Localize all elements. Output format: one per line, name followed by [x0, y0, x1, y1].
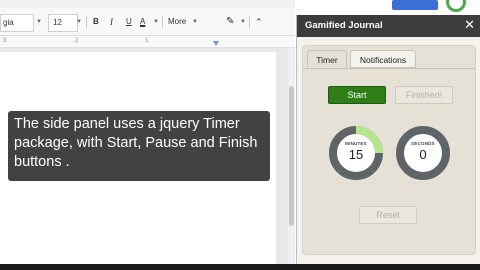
- font-size-select[interactable]: 12: [48, 14, 78, 32]
- tab-timer[interactable]: Timer: [307, 50, 347, 68]
- text-color-button[interactable]: A: [140, 14, 145, 30]
- font-family-select[interactable]: gia: [0, 14, 34, 32]
- formatting-toolbar: gia ▼ 12 ▼ B I U A ▼ More ▼ ✎ ▼ ⌃: [0, 8, 295, 36]
- ruler-label: 1: [145, 38, 149, 44]
- underline-button[interactable]: U: [126, 14, 132, 30]
- ruler-indent-marker[interactable]: [213, 41, 219, 46]
- panel-title: Gamified Journal: [305, 20, 383, 31]
- gamified-journal-panel: Gamified Journal ✕ Timer Notifications S…: [296, 15, 480, 264]
- italic-button[interactable]: I: [110, 14, 113, 30]
- seconds-dial: SECONDS 0: [394, 124, 452, 182]
- panel-body: Timer Notifications Start Finished! MINU…: [302, 45, 476, 255]
- minutes-value: 15: [348, 147, 364, 162]
- tab-divider: [303, 68, 475, 69]
- doc-title-strip: [0, 0, 295, 8]
- ruler: 3 2 1: [0, 36, 295, 48]
- seconds-value: 0: [419, 147, 427, 162]
- scrollbar-thumb[interactable]: [289, 86, 294, 226]
- toolbar-divider: [86, 16, 87, 28]
- finished-button[interactable]: Finished!: [395, 86, 453, 104]
- more-button[interactable]: More: [168, 14, 186, 30]
- ruler-label: 2: [75, 38, 79, 44]
- chevron-down-icon: ▼: [76, 19, 82, 25]
- reset-button[interactable]: Reset: [359, 206, 417, 224]
- collapse-toolbar-icon[interactable]: ⌃: [255, 14, 263, 30]
- avatar[interactable]: [446, 0, 466, 12]
- start-button[interactable]: Start: [328, 86, 386, 104]
- tab-notifications[interactable]: Notifications: [350, 50, 416, 68]
- chevron-down-icon: ▼: [153, 19, 159, 25]
- panel-header: Gamified Journal ✕: [297, 15, 480, 37]
- document-scrollbar[interactable]: [288, 48, 295, 264]
- close-icon[interactable]: ✕: [464, 18, 475, 32]
- chevron-down-icon: ▼: [36, 19, 42, 25]
- pen-icon[interactable]: ✎: [226, 14, 234, 30]
- seconds-label: SECONDS: [411, 141, 435, 146]
- ruler-label: 3: [3, 38, 7, 44]
- minutes-dial: MINUTES 15: [327, 124, 385, 182]
- caption-overlay: The side panel uses a jquery Timer packa…: [8, 111, 270, 181]
- toolbar-divider: [162, 16, 163, 28]
- chevron-down-icon: ▼: [192, 19, 198, 25]
- bold-button[interactable]: B: [93, 14, 99, 30]
- toolbar-divider: [249, 16, 250, 28]
- minutes-label: MINUTES: [345, 141, 367, 146]
- chevron-down-icon: ▼: [240, 19, 246, 25]
- share-button[interactable]: [392, 0, 438, 10]
- video-bottom-bar: [0, 264, 480, 270]
